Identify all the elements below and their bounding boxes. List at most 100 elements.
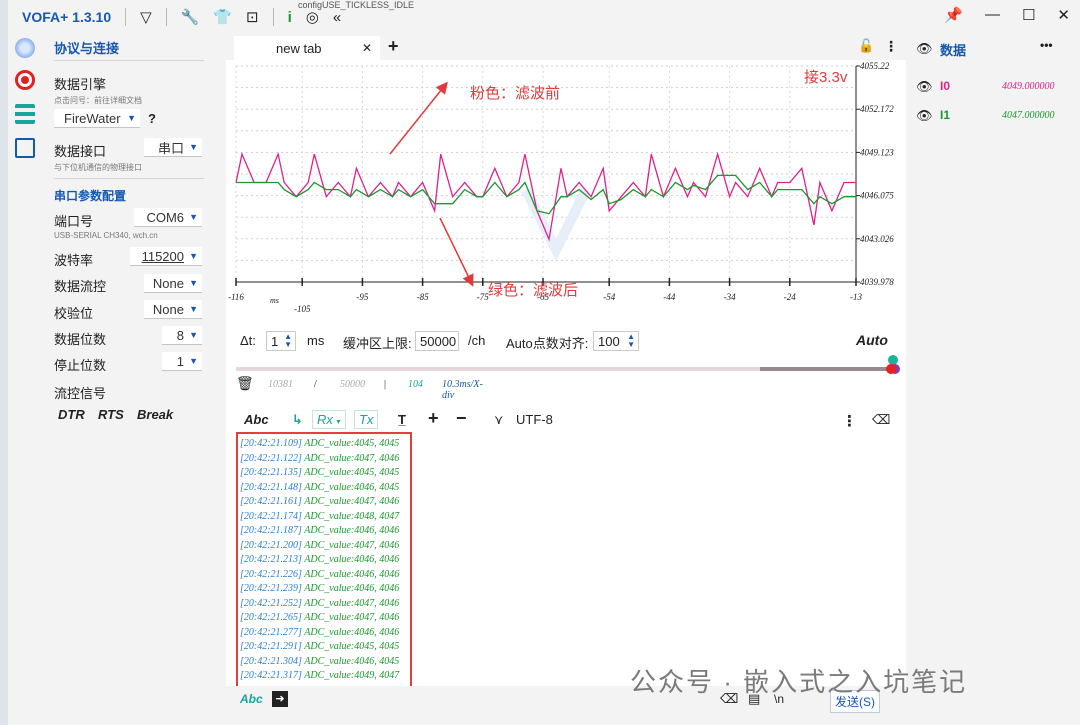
eye-icon[interactable]: 👁 — [916, 41, 933, 57]
auto-mode-button[interactable]: Auto — [856, 332, 888, 348]
dtr-button[interactable]: DTR — [58, 407, 85, 422]
channel-row-i1[interactable]: 👁 I1 4047.000000 — [906, 107, 1080, 129]
log-timestamp: [20:42:21.187] — [240, 525, 305, 536]
more-horizontal-icon[interactable]: ••• — [1040, 38, 1053, 52]
eraser-icon[interactable]: ⌫ — [872, 412, 890, 428]
engine-help-button[interactable]: ? — [148, 111, 156, 126]
app-title: VOFA+ 1.3.10 — [22, 9, 112, 25]
toolbar-separator — [125, 8, 127, 26]
slider-handle-red[interactable] — [886, 364, 896, 374]
log-line: [20:42:21.213] ADC_value:4046, 4046 — [240, 554, 399, 565]
y-tick-label: 4039.978 — [860, 277, 894, 287]
close-icon[interactable]: ✕ — [362, 41, 372, 55]
shirt-icon[interactable]: 👕 — [213, 8, 232, 26]
stop-bits-select[interactable]: 1 ▼ — [162, 352, 202, 371]
fingerprint-icon[interactable]: ◎ — [306, 8, 319, 26]
log-timestamp: [20:42:21.239] — [240, 583, 305, 594]
close-icon[interactable]: ✕ — [1057, 6, 1070, 24]
background-window-edge — [0, 0, 8, 725]
buffer-input[interactable]: 50000 — [415, 331, 459, 351]
log-line: [20:42:21.200] ADC_value:4047, 4046 — [240, 540, 399, 551]
minimize-icon[interactable]: — — [985, 6, 1000, 24]
rts-button[interactable]: RTS — [98, 407, 124, 422]
flow-control-select[interactable]: None ▼ — [144, 274, 202, 293]
wrench-icon[interactable]: 🔧 — [181, 8, 200, 26]
log-timestamp: [20:42:21.174] — [240, 510, 305, 522]
encoding-select[interactable]: UTF-8 — [516, 412, 553, 427]
stats-slash: / — [314, 379, 317, 390]
waveform-chart[interactable]: -116 -105 -95 -85 -75 -65 -54 -44 -34 -24 -13 ms 405… — [226, 60, 906, 330]
y-tick-label: 4049.123 — [860, 147, 894, 157]
info-icon[interactable]: i — [288, 9, 292, 26]
main-workspace: new tab ✕ + 🔓 ⋮ -116 -105 -95 -85 -75 -65 -54-… — [226, 34, 906, 714]
interface-hint: 与下位机通信的物理接口 — [54, 163, 142, 172]
channel-value: 4047.000000 — [1002, 110, 1055, 121]
log-message: ADC_value:4046, 4045 — [304, 481, 400, 493]
data-panel-title: 数据 — [940, 43, 967, 58]
tx-filter-button[interactable]: Tx — [354, 410, 379, 429]
receive-log[interactable]: [20:42:21.109] ADC_value:4045, 4045 [20:4… — [236, 432, 412, 688]
interface-value: 串口 — [157, 140, 184, 156]
text-format-icon[interactable]: T̲ — [398, 412, 406, 427]
send-format-button[interactable]: Abc — [240, 692, 263, 706]
autoscroll-icon[interactable]: ↳ — [292, 412, 303, 428]
collapse-icon[interactable]: « — [333, 9, 341, 26]
tab-new[interactable]: new tab ✕ — [234, 36, 380, 60]
engine-select[interactable]: FireWater ▼ — [54, 109, 140, 128]
x-tick-label: -116 — [228, 292, 244, 302]
record-icon[interactable] — [15, 70, 35, 90]
interface-select[interactable]: 串口 ▼ — [144, 138, 202, 157]
data-bits-select[interactable]: 8 ▼ — [162, 326, 202, 345]
stepper-arrows-icon[interactable]: ▲ ▼ — [284, 333, 292, 349]
parity-select[interactable]: None ▼ — [144, 300, 202, 319]
zoom-out-button[interactable]: − — [456, 408, 467, 429]
stepper-arrows-icon[interactable]: ▲ ▼ — [627, 333, 635, 349]
pin-icon[interactable]: 📌 — [944, 6, 963, 24]
log-message: ADC_value:4047, 4046 — [304, 612, 400, 623]
auto-align-stepper[interactable]: 100 ▲ ▼ — [593, 331, 639, 351]
slider-window[interactable] — [760, 367, 896, 371]
log-line: [20:42:21.265] ADC_value:4047, 4046 — [240, 612, 399, 623]
parity-value: None — [152, 301, 184, 317]
maximize-icon[interactable]: ☐ — [1022, 6, 1035, 24]
zoom-in-button[interactable]: + — [428, 408, 439, 429]
title-bar: VOFA+ 1.3.10 ▽ 🔧 👕 ⊡ i ◎ « configUSE_TIC… — [8, 0, 1080, 34]
log-message: ADC_value:4047, 4046 — [304, 597, 400, 609]
menu-icon[interactable] — [15, 104, 35, 124]
chevron-down-icon: ▼ — [189, 212, 198, 222]
lock-icon[interactable]: 🔓 — [858, 38, 874, 54]
eye-icon[interactable]: 👁 — [916, 79, 933, 95]
y-tick-label: 4043.026 — [860, 234, 894, 244]
connect-status-icon[interactable] — [15, 38, 35, 58]
log-line: [20:42:21.239] ADC_value:4046, 4046 — [240, 583, 399, 594]
log-message: ADC_value:4047, 4046 — [304, 452, 400, 464]
chevron-down-icon: ▼ — [127, 113, 136, 123]
more-vertical-icon[interactable]: ⋮ — [842, 412, 857, 430]
channel-row-i0[interactable]: 👁 I0 4049.000000 — [906, 78, 1080, 100]
history-slider[interactable] — [236, 355, 900, 374]
log-timestamp: [20:42:21.304] — [240, 655, 305, 667]
baud-select[interactable]: 115200 ▼ — [130, 247, 202, 266]
data-panel: 👁 数据 ••• 👁 I0 4049.000000 👁 I1 4047.0000… — [906, 34, 1080, 714]
chevron-down-icon: ▼ — [189, 356, 198, 366]
log-message: ADC_value:4047, 4046 — [304, 496, 400, 507]
vofa-logo-icon[interactable]: ▽ — [140, 8, 152, 26]
screenshot-icon[interactable]: ⊡ — [246, 8, 259, 26]
abc-display-button[interactable]: Abc — [244, 412, 269, 427]
rx-filter-button[interactable]: Rx ▾ — [312, 410, 346, 429]
trash-icon[interactable]: 🗑 — [236, 376, 254, 393]
toolbar-separator — [165, 8, 167, 26]
serial-config-title: 串口参数配置 — [54, 189, 127, 203]
x-tick-label: -34 — [724, 292, 736, 302]
log-line: [20:42:21.291] ADC_value:4045, 4045 — [240, 641, 399, 652]
port-select[interactable]: COM6 ▼ — [134, 208, 202, 227]
log-line: [20:42:21.109] ADC_value:4045, 4045 — [240, 438, 399, 449]
break-button[interactable]: Break — [137, 407, 173, 422]
add-tab-icon[interactable]: + — [388, 36, 399, 57]
dt-stepper[interactable]: 1 ▲ ▼ — [266, 331, 296, 351]
send-file-icon[interactable]: ➜ — [272, 691, 288, 707]
windows-icon[interactable] — [15, 138, 35, 158]
more-vertical-icon[interactable]: ⋮ — [884, 38, 898, 55]
chevron-down-icon: ▼ — [189, 251, 198, 261]
eye-icon[interactable]: 👁 — [916, 108, 933, 124]
